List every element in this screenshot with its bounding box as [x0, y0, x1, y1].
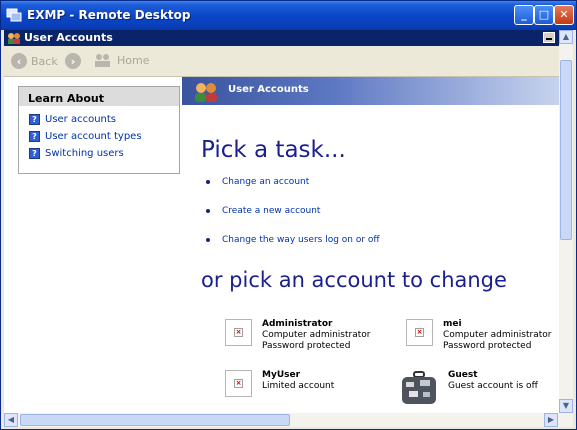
back-button[interactable]: ‹ Back	[11, 53, 58, 69]
account-name: Guest	[448, 370, 478, 380]
account-type: Computer administrator	[262, 330, 371, 340]
main-header-title: User Accounts	[228, 84, 309, 95]
main-header-bar: User Accounts	[182, 77, 559, 105]
user-accounts-small-icon	[8, 33, 20, 44]
task-change-account[interactable]: Change an account	[206, 177, 309, 187]
remote-desktop-icon	[6, 8, 22, 22]
learn-about-heading: Learn About	[19, 87, 179, 106]
scroll-down-arrow-icon[interactable]: ▼	[559, 399, 573, 413]
maximize-button[interactable]: □	[534, 5, 554, 25]
user-accounts-window: User Accounts ‹ Back › Home Learn About	[4, 30, 573, 427]
scroll-left-arrow-icon[interactable]: ◀	[4, 413, 18, 427]
help-icon: ?	[29, 148, 40, 159]
account-name: MyUser	[262, 370, 301, 380]
account-status: Guest account is off	[448, 381, 538, 391]
learn-about-box: Learn About ? User accounts ? User accou…	[18, 86, 180, 174]
bullet	[206, 238, 210, 242]
scroll-right-arrow-icon[interactable]: ▶	[544, 413, 558, 427]
broken-image-icon: ×	[234, 328, 243, 337]
task-label: Change the way users log on or off	[222, 235, 380, 245]
learn-link-account-types[interactable]: ? User account types	[29, 131, 142, 142]
close-button[interactable]: ✕	[554, 5, 574, 25]
learn-link-label: User account types	[45, 131, 142, 142]
user-accounts-icon	[195, 83, 217, 102]
account-status: Password protected	[262, 341, 351, 351]
account-picture: ×	[406, 319, 433, 346]
bullet	[206, 209, 210, 213]
broken-image-icon: ×	[234, 379, 243, 388]
horizontal-scroll-thumb[interactable]	[20, 414, 290, 426]
task-create-account[interactable]: Create a new account	[206, 206, 320, 216]
vertical-scrollbar[interactable]: ▲ ▼	[559, 30, 573, 413]
vertical-scroll-thumb[interactable]	[560, 60, 572, 240]
window-title-bar[interactable]: EXMP - Remote Desktop _ □ ✕	[1, 1, 576, 30]
home-button[interactable]: Home	[93, 53, 149, 67]
left-pane: Learn About ? User accounts ? User accou…	[4, 77, 182, 413]
users-home-icon	[95, 54, 110, 67]
task-label: Change an account	[222, 177, 310, 187]
task-label: Create a new account	[222, 206, 321, 216]
learn-link-label: Switching users	[45, 148, 124, 159]
remote-desktop-window: EXMP - Remote Desktop _ □ ✕ User Account…	[0, 0, 577, 430]
task-change-logon[interactable]: Change the way users log on or off	[206, 235, 380, 245]
account-picture: ×	[225, 370, 252, 397]
back-label: Back	[31, 54, 58, 68]
window-title: EXMP - Remote Desktop	[27, 8, 191, 22]
learn-link-switching-users[interactable]: ? Switching users	[29, 148, 124, 159]
pick-account-heading: or pick an account to change	[201, 268, 507, 292]
pick-task-heading: Pick a task...	[201, 137, 346, 163]
broken-image-icon: ×	[415, 328, 424, 337]
account-picture: ×	[225, 319, 252, 346]
account-name: mei	[443, 319, 462, 329]
suitcase-icon	[402, 371, 436, 404]
learn-link-label: User accounts	[45, 114, 117, 125]
account-myuser[interactable]: × MyUser Limited account	[225, 370, 334, 397]
account-guest[interactable]: Guest Guest account is off	[400, 370, 538, 406]
account-name: Administrator	[262, 319, 333, 329]
home-label: Home	[117, 53, 150, 67]
account-type: Computer administrator	[443, 330, 552, 340]
account-status: Password protected	[443, 341, 532, 351]
help-icon: ?	[29, 131, 40, 142]
minimize-button[interactable]: _	[514, 5, 534, 25]
forward-button[interactable]: ›	[65, 53, 81, 69]
help-icon: ?	[29, 114, 40, 125]
back-arrow-icon: ‹	[11, 53, 27, 69]
horizontal-scrollbar[interactable]: ◀ ▶	[4, 413, 573, 427]
navigation-toolbar: ‹ Back › Home	[4, 46, 559, 77]
account-mei[interactable]: × mei Computer administrator Password pr…	[406, 319, 551, 352]
forward-arrow-icon: ›	[65, 53, 81, 69]
account-type: Limited account	[262, 381, 335, 391]
learn-link-user-accounts[interactable]: ? User accounts	[29, 114, 116, 125]
bullet	[206, 180, 210, 184]
account-administrator[interactable]: × Administrator Computer administrator P…	[225, 319, 370, 352]
inner-minimize-button[interactable]	[543, 32, 555, 43]
inner-title-bar[interactable]: User Accounts	[4, 30, 559, 46]
inner-window-title: User Accounts	[24, 31, 113, 44]
scroll-up-arrow-icon[interactable]: ▲	[559, 30, 573, 44]
